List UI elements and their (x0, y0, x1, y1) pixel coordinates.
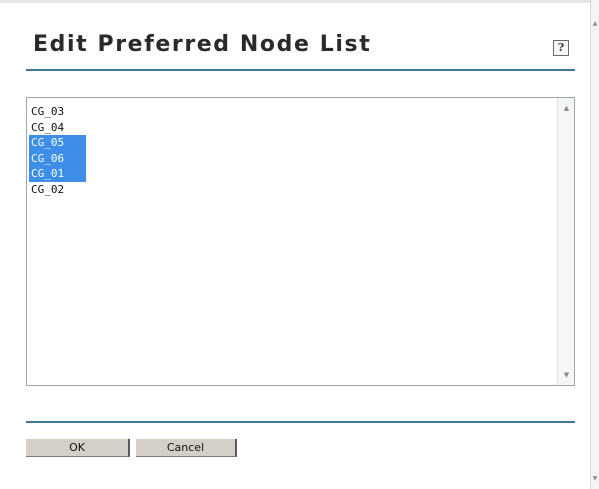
page-scrollbar[interactable]: ▲ ▼ (590, 0, 599, 489)
cancel-button[interactable]: Cancel (136, 439, 237, 457)
listbox-scroll-up-icon[interactable]: ▲ (558, 102, 574, 114)
list-item[interactable]: CG_02 (29, 182, 86, 198)
page-scroll-down-icon[interactable]: ▼ (591, 475, 599, 483)
list-item[interactable]: CG_05 (29, 135, 86, 151)
list-item[interactable]: CG_06 (29, 150, 86, 167)
listbox-scrollbar[interactable]: ▲ ▼ (557, 98, 574, 385)
node-list: CG_03 CG_04 CG_05 CG_06 CG_01 CG_02 (29, 104, 86, 198)
ok-button[interactable]: OK (26, 439, 130, 457)
list-item[interactable]: CG_01 (29, 166, 86, 182)
edit-preferred-node-list-dialog: ▲ ▼ Edit Preferred Node List ? CG_03 CG_0… (0, 0, 599, 489)
title-divider (26, 69, 575, 71)
help-icon[interactable]: ? (553, 40, 569, 56)
list-item[interactable]: CG_04 (29, 120, 86, 136)
dialog-title: Edit Preferred Node List (33, 32, 372, 57)
top-edge (0, 0, 590, 3)
footer-divider (26, 421, 575, 423)
list-item[interactable]: CG_03 (29, 104, 86, 120)
listbox-scroll-down-icon[interactable]: ▼ (558, 369, 574, 381)
node-listbox[interactable]: CG_03 CG_04 CG_05 CG_06 CG_01 CG_02 ▲ ▼ (26, 97, 575, 386)
page-scroll-up-icon[interactable]: ▲ (591, 20, 599, 28)
